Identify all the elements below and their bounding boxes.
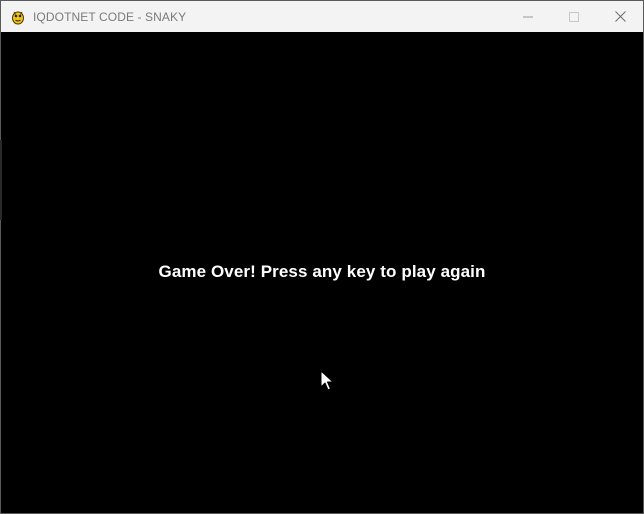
game-window: IQDOTNET CODE - SNAKY Game Over! Press a… (0, 0, 644, 514)
close-icon (614, 11, 626, 22)
window-title: IQDOTNET CODE - SNAKY (33, 9, 187, 24)
maximize-icon (569, 11, 579, 22)
game-over-message: Game Over! Press any key to play again (158, 262, 486, 281)
title-bar[interactable]: IQDOTNET CODE - SNAKY (1, 1, 643, 32)
close-button[interactable] (597, 1, 643, 32)
mouse-pointer-icon (320, 370, 334, 391)
window-edge-shadow (0, 140, 2, 220)
minimize-button[interactable] (505, 1, 551, 32)
maximize-button[interactable] (551, 1, 597, 32)
window-controls (505, 1, 643, 32)
app-icon (9, 8, 27, 26)
minimize-icon (523, 16, 533, 17)
game-canvas[interactable]: Game Over! Press any key to play again (1, 32, 643, 513)
